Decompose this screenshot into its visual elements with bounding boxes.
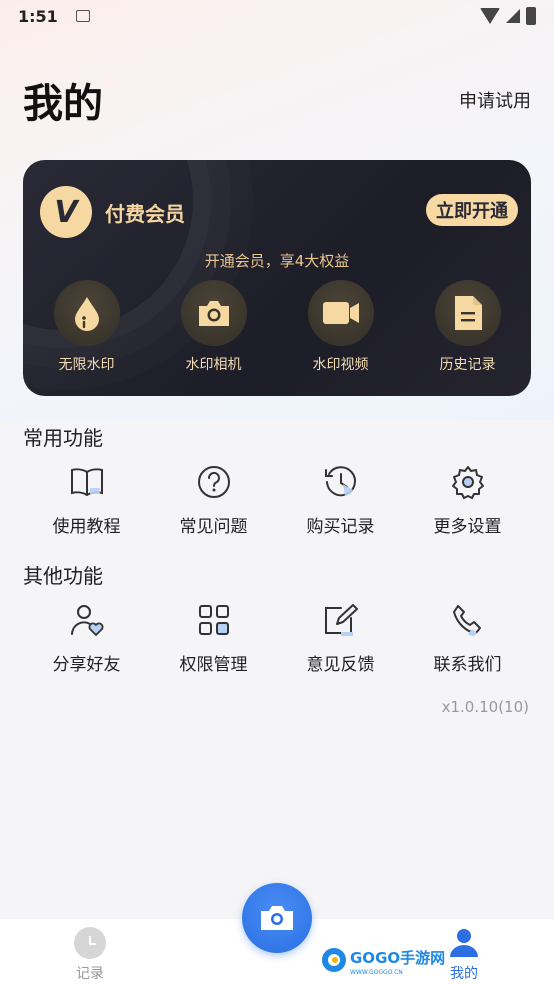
vip-logo-icon: V <box>40 186 92 238</box>
contact-us-label: 联系我们 <box>433 655 502 675</box>
purchase-history-label: 购买记录 <box>306 517 375 537</box>
other-functions-title: 其他功能 <box>23 564 103 588</box>
water-drop-icon <box>53 280 120 346</box>
open-membership-button[interactable]: 立即开通 <box>426 194 518 226</box>
permission-management-button[interactable]: 权限管理 <box>150 600 277 675</box>
benefit-unlimited-watermark[interactable]: 无限水印 <box>23 280 150 374</box>
camera-icon <box>261 906 293 930</box>
site-watermark-logo: GOGO手游网 WWW.GOGGO.CN <box>320 940 460 980</box>
common-functions-grid: 使用教程 常见问题 购买记录 更多设置 <box>23 462 531 537</box>
benefit-label: 无限水印 <box>58 357 115 373</box>
tutorial-label: 使用教程 <box>52 517 121 537</box>
benefit-watermark-camera[interactable]: 水印相机 <box>150 280 277 374</box>
feedback-button[interactable]: 意见反馈 <box>277 600 404 675</box>
history-clock-icon <box>321 462 361 502</box>
tab-records-label: 记录 <box>76 966 104 982</box>
more-settings-button[interactable]: 更多设置 <box>404 462 531 537</box>
clock-icon <box>74 927 106 959</box>
watermark-text: GOGO手游网 <box>350 949 445 967</box>
status-time: 1:51 <box>18 6 58 26</box>
book-icon <box>67 462 107 502</box>
sim-card-icon <box>75 10 90 22</box>
battery-icon <box>526 7 536 25</box>
share-friends-button[interactable]: 分享好友 <box>23 600 150 675</box>
faq-label: 常见问题 <box>179 517 248 537</box>
other-functions-grid: 分享好友 权限管理 意见反馈 联系我们 <box>23 600 531 675</box>
status-indicators <box>480 7 536 25</box>
status-bar: 1:51 <box>0 0 554 32</box>
share-friends-label: 分享好友 <box>52 655 121 675</box>
document-icon <box>434 280 501 346</box>
camera-icon <box>180 280 247 346</box>
phone-icon <box>448 600 488 640</box>
vip-subtitle: 开通会员，享4大权益 <box>204 252 350 270</box>
gear-icon <box>448 462 488 502</box>
video-camera-icon <box>307 280 374 346</box>
vip-benefits: 无限水印 水印相机 水印视频 历史记录 <box>23 280 531 374</box>
faq-button[interactable]: 常见问题 <box>150 462 277 537</box>
question-icon <box>194 462 234 502</box>
apply-trial-link[interactable]: 申请试用 <box>459 87 531 113</box>
edit-icon <box>321 600 361 640</box>
benefit-label: 历史记录 <box>439 357 496 373</box>
common-functions-title: 常用功能 <box>23 426 103 450</box>
benefit-label: 水印视频 <box>312 357 369 373</box>
vip-title: 付费会员 <box>105 202 185 226</box>
watermark-url: WWW.GOGGO.CN <box>350 969 403 976</box>
benefit-label: 水印相机 <box>185 357 242 373</box>
tab-records[interactable]: 记录 <box>60 919 120 984</box>
share-user-icon <box>67 600 107 640</box>
feedback-label: 意见反馈 <box>306 655 375 675</box>
grid-icon <box>194 600 234 640</box>
contact-us-button[interactable]: 联系我们 <box>404 600 531 675</box>
camera-capture-button[interactable] <box>242 883 312 953</box>
purchase-history-button[interactable]: 购买记录 <box>277 462 404 537</box>
page-header: 我的 申请试用 <box>23 70 531 130</box>
benefit-history[interactable]: 历史记录 <box>404 280 531 374</box>
app-version: x1.0.10(10) <box>441 698 529 716</box>
more-settings-label: 更多设置 <box>433 517 502 537</box>
permission-management-label: 权限管理 <box>179 655 248 675</box>
vip-membership-card[interactable]: V 付费会员 立即开通 开通会员，享4大权益 无限水印 水印相机 水印视频 历史… <box>23 160 531 396</box>
benefit-watermark-video[interactable]: 水印视频 <box>277 280 404 374</box>
signal-icon <box>506 9 520 23</box>
tutorial-button[interactable]: 使用教程 <box>23 462 150 537</box>
wifi-icon <box>480 8 500 24</box>
page-title: 我的 <box>23 81 103 127</box>
